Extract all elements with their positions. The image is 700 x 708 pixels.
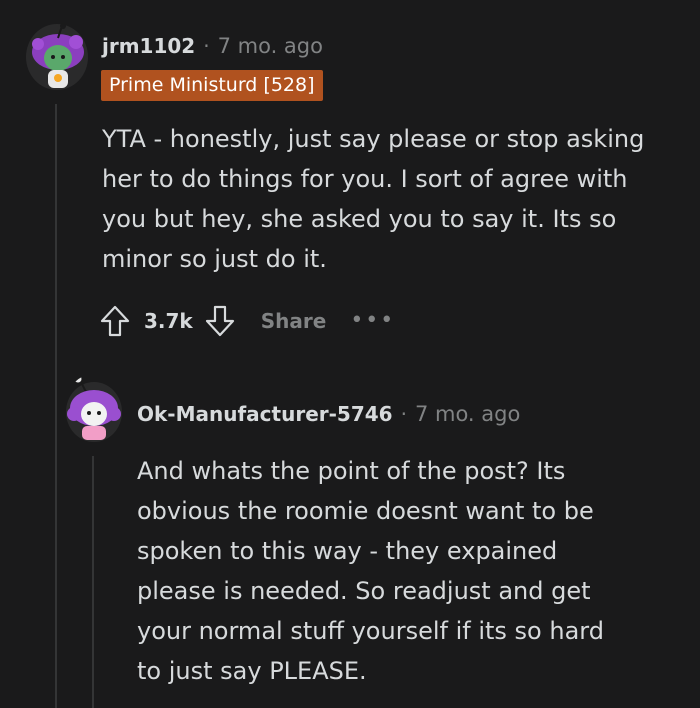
comment-body: YTA - honestly, just say please or stop … bbox=[102, 119, 682, 279]
reply-body-line: spoken to this way - they expained bbox=[137, 537, 558, 565]
reply-user-avatar[interactable] bbox=[64, 374, 124, 444]
reply-collapse-line[interactable] bbox=[92, 456, 94, 708]
meta-separator: · bbox=[203, 34, 210, 58]
reply-username[interactable]: Ok-Manufacturer-5746 bbox=[137, 402, 393, 426]
upvote-icon[interactable] bbox=[98, 302, 132, 340]
reply-body-line: your normal stuff yourself if its so har… bbox=[137, 617, 604, 645]
vote-score: 3.7k bbox=[144, 309, 193, 333]
reply-body: And whats the point of the post? Its obv… bbox=[137, 451, 682, 691]
comment-meta: jrm1102 · 7 mo. ago bbox=[102, 34, 323, 58]
comment-username[interactable]: jrm1102 bbox=[102, 34, 195, 58]
comment-body-line: you but hey, she asked you to say it. It… bbox=[102, 205, 617, 233]
comment-timestamp[interactable]: 7 mo. ago bbox=[218, 34, 323, 58]
snoo-avatar-icon bbox=[66, 374, 122, 442]
comment-body-line: her to do things for you. I sort of agre… bbox=[102, 165, 628, 193]
share-button[interactable]: Share bbox=[261, 309, 327, 333]
downvote-icon[interactable] bbox=[203, 302, 237, 340]
reply-meta: Ok-Manufacturer-5746 · 7 mo. ago bbox=[137, 402, 520, 426]
reply-body-line: And whats the point of the post? Its bbox=[137, 457, 566, 485]
reply-body-line: to just say PLEASE. bbox=[137, 657, 367, 685]
comment-body-line: YTA - honestly, just say please or stop … bbox=[102, 125, 645, 153]
user-avatar[interactable] bbox=[24, 22, 90, 92]
comment-thread: jrm1102 · 7 mo. ago Prime Ministurd [528… bbox=[0, 0, 700, 708]
more-options-icon[interactable]: ••• bbox=[350, 310, 395, 332]
comment-actions: 3.7k Share ••• bbox=[98, 301, 395, 341]
reply-timestamp[interactable]: 7 mo. ago bbox=[415, 402, 520, 426]
meta-separator: · bbox=[400, 402, 407, 426]
user-flair: Prime Ministurd [528] bbox=[101, 70, 323, 101]
snoo-avatar-icon bbox=[26, 23, 88, 90]
thread-collapse-line[interactable] bbox=[55, 104, 57, 708]
reply-body-line: please is needed. So readjust and get bbox=[137, 577, 591, 605]
reply-body-line: obvious the roomie doesnt want to be bbox=[137, 497, 594, 525]
comment-body-line: minor so just do it. bbox=[102, 245, 327, 273]
